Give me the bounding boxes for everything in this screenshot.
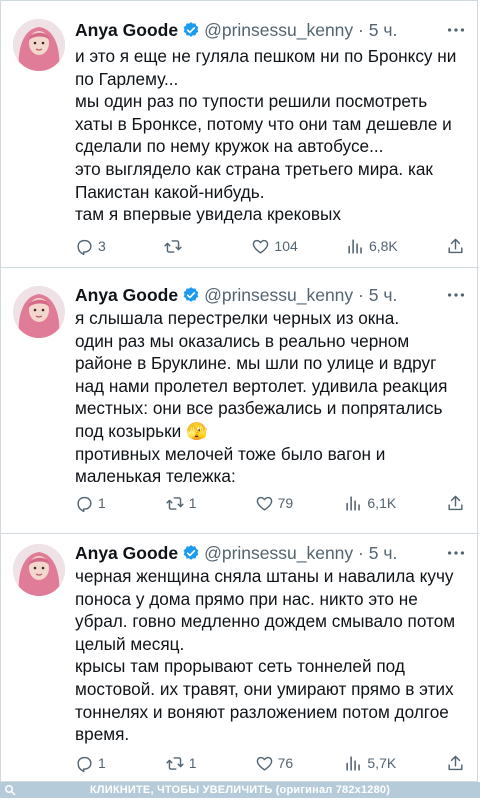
- tweet-line: мы один раз по тупости решили посмотреть…: [75, 91, 452, 157]
- tweet-line: и это я еще не гуляла пешком ни по Бронк…: [75, 46, 457, 89]
- tweet[interactable]: Anya Goode @prinsessu_kenny · 5 ч. черная…: [1, 533, 479, 783]
- author-name[interactable]: Anya Goode: [75, 285, 178, 305]
- repost-icon: [165, 494, 185, 513]
- like-button[interactable]: 76: [255, 754, 295, 773]
- tweet-header: Anya Goode @prinsessu_kenny · 5 ч.: [75, 542, 397, 564]
- tweet-actions: 1 1 79 6,1K: [75, 492, 465, 514]
- timeline: Anya Goode @prinsessu_kenny · 5 ч. и это …: [0, 0, 479, 783]
- author-name[interactable]: Anya Goode: [75, 20, 178, 40]
- like-count: 79: [277, 495, 294, 511]
- reply-count: 1: [98, 495, 106, 511]
- more-icon[interactable]: [445, 284, 467, 306]
- like-button[interactable]: 104: [251, 237, 298, 256]
- tweet-actions: 3 104 6,8K: [75, 235, 465, 257]
- tweet[interactable]: Anya Goode @prinsessu_kenny · 5 ч. я слыш…: [1, 267, 479, 533]
- author-handle[interactable]: @prinsessu_kenny: [204, 543, 353, 563]
- repost-icon: [163, 237, 183, 256]
- avatar[interactable]: [13, 286, 65, 338]
- verified-badge-icon: [182, 21, 200, 44]
- author-handle[interactable]: @prinsessu_kenny: [204, 285, 353, 305]
- tweet-line: я слышала перестрелки черных из окна.: [75, 308, 400, 328]
- author-handle[interactable]: @prinsessu_kenny: [204, 20, 353, 40]
- repost-count: 1: [188, 495, 197, 511]
- timestamp[interactable]: · 5 ч.: [358, 20, 397, 40]
- reply-button[interactable]: 1: [75, 494, 115, 513]
- like-icon: [251, 237, 270, 256]
- tweet-line: крысы там прорывают сеть тоннелей под мо…: [75, 656, 454, 745]
- views-icon: [346, 237, 365, 256]
- reply-button[interactable]: 1: [75, 754, 115, 773]
- tweet-header: Anya Goode @prinsessu_kenny · 5 ч.: [75, 284, 397, 306]
- views-button[interactable]: 6,8K: [346, 237, 398, 256]
- views-count: 5,7K: [367, 755, 397, 771]
- share-icon: [446, 494, 465, 513]
- repost-button[interactable]: [163, 237, 203, 256]
- repost-button[interactable]: 1: [165, 754, 205, 773]
- views-button[interactable]: 5,7K: [344, 754, 396, 773]
- repost-button[interactable]: 1: [165, 494, 205, 513]
- reply-icon: [75, 237, 94, 256]
- tweet-line: там я впервые увидела крековых: [75, 204, 341, 225]
- tweet-actions: 1 1 76 5,7K: [75, 752, 465, 774]
- repost-count: 1: [188, 755, 197, 771]
- reply-icon: [75, 754, 94, 773]
- like-icon: [255, 494, 274, 513]
- reply-icon: [75, 494, 94, 513]
- verified-badge-icon: [182, 544, 200, 567]
- share-icon: [446, 237, 465, 256]
- reply-count: 3: [98, 238, 106, 254]
- reply-count: 1: [98, 755, 106, 771]
- like-icon: [255, 754, 274, 773]
- share-button[interactable]: [446, 494, 465, 513]
- more-icon[interactable]: [445, 19, 467, 41]
- tweet[interactable]: Anya Goode @prinsessu_kenny · 5 ч. и это …: [1, 1, 479, 267]
- zoom-icon: [4, 784, 16, 796]
- verified-badge-icon: [182, 286, 200, 309]
- views-icon: [344, 754, 363, 773]
- timestamp[interactable]: · 5 ч.: [358, 543, 397, 563]
- share-button[interactable]: [446, 237, 465, 256]
- reply-button[interactable]: 3: [75, 237, 115, 256]
- views-count: 6,8K: [368, 238, 398, 254]
- views-button[interactable]: 6,1K: [344, 494, 396, 513]
- tweet-text: и это я еще не гуляла пешком ни по Бронк…: [75, 45, 465, 226]
- share-button[interactable]: [446, 754, 465, 773]
- tweet-text: я слышала перестрелки черных из окна. од…: [75, 307, 465, 488]
- tweet-header: Anya Goode @prinsessu_kenny · 5 ч.: [75, 19, 397, 41]
- like-button[interactable]: 79: [255, 494, 295, 513]
- author-name[interactable]: Anya Goode: [75, 543, 178, 563]
- repost-icon: [165, 754, 185, 773]
- more-icon[interactable]: [445, 542, 467, 564]
- enlarge-bar[interactable]: КЛИКНИТЕ, ЧТОБЫ УВЕЛИЧИТЬ (оригинал 782x…: [0, 782, 480, 798]
- tweet-line: противных мелочей тоже было вагон и мале…: [75, 443, 386, 487]
- tweet-line: это выглядело как страна третьего мира. …: [75, 158, 433, 202]
- tweet-line: черная женщина сняла штаны и навалила ку…: [75, 566, 456, 654]
- avatar[interactable]: [13, 544, 65, 596]
- like-count: 104: [274, 238, 298, 254]
- tweet-line: один раз мы оказались в реально черном р…: [75, 330, 448, 441]
- timestamp[interactable]: · 5 ч.: [358, 285, 397, 305]
- avatar[interactable]: [13, 19, 65, 71]
- enlarge-text: КЛИКНИТЕ, ЧТОБЫ УВЕЛИЧИТЬ (оригинал 782x…: [89, 784, 391, 796]
- like-count: 76: [277, 755, 294, 771]
- tweet-text: черная женщина сняла штаны и навалила ку…: [75, 565, 465, 746]
- views-count: 6,1K: [367, 495, 397, 511]
- share-icon: [446, 754, 465, 773]
- views-icon: [344, 494, 363, 513]
